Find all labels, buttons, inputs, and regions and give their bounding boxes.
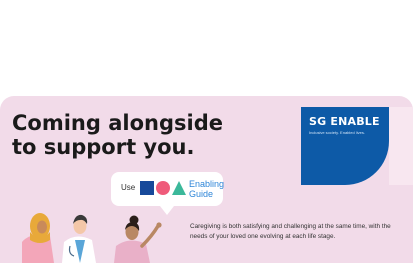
headline: Coming alongside to support you.	[12, 111, 223, 159]
use-label: Use	[121, 183, 136, 192]
square-icon	[140, 181, 154, 195]
intro-text: Caregiving is both satisfying and challe…	[190, 223, 391, 240]
doctor-figure	[62, 214, 96, 263]
sg-enable-logo: SG ENABLE Inclusive society. Enabled liv…	[301, 107, 389, 185]
brand-tagline: Inclusive society. Enabled lives.	[309, 130, 365, 135]
woman-bun-figure	[114, 215, 162, 263]
decorative-stripe	[389, 107, 413, 185]
brand-name: SG ENABLE	[309, 115, 380, 128]
triangle-icon	[172, 181, 186, 195]
enabling-guide-bubble[interactable]: Use Enabling Guide	[111, 172, 225, 206]
woman-hijab-figure	[22, 213, 54, 263]
people-illustration	[22, 213, 162, 263]
circle-icon	[156, 181, 170, 195]
hero-banner: Coming alongside to support you. SG ENAB…	[0, 96, 413, 263]
enabling-guide-label: Enabling Guide	[189, 179, 225, 199]
